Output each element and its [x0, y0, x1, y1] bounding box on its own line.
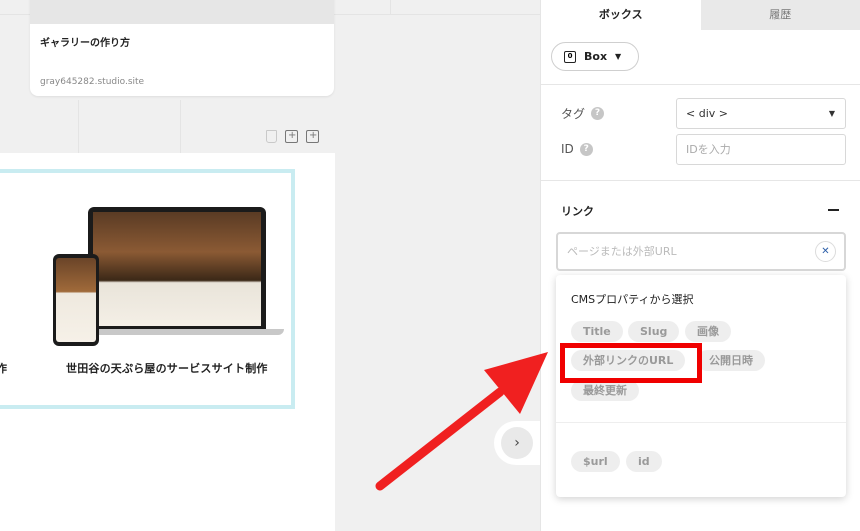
- tab-box[interactable]: ボックス: [541, 0, 701, 30]
- laptop-base: [76, 329, 284, 335]
- grid-line: [390, 0, 391, 14]
- divider: [541, 180, 860, 181]
- id-label: ID ?: [561, 142, 593, 156]
- editor-canvas[interactable]: ギャラリーの作り方 gray645282.studio.site + + 作 世…: [0, 0, 540, 531]
- property-chip-published-at[interactable]: 公開日時: [697, 350, 765, 371]
- gallery-card-title: ギャラリーの作り方: [40, 38, 130, 49]
- tag-select[interactable]: < div > ▼: [676, 98, 846, 129]
- element-type-selector[interactable]: 0 Box ▼: [551, 42, 639, 71]
- caret-down-icon: ▼: [828, 109, 835, 118]
- tab-history[interactable]: 履歴: [700, 0, 860, 30]
- grid-line: [180, 100, 181, 153]
- project-caption: 世田谷の天ぷら屋のサービスサイト制作: [66, 362, 268, 375]
- phone-mockup-image: [53, 254, 99, 346]
- duplicate-icon[interactable]: +: [285, 130, 298, 143]
- property-chip-image[interactable]: 画像: [685, 321, 731, 342]
- grid-line: [78, 100, 79, 153]
- clear-icon[interactable]: ✕: [815, 241, 836, 262]
- divider: [556, 422, 846, 423]
- element-type-label: Box: [584, 50, 608, 63]
- gallery-card-thumbnail: [30, 0, 334, 24]
- chevron-down-icon: ▼: [615, 52, 622, 61]
- id-input[interactable]: IDを入力: [676, 134, 846, 165]
- help-icon[interactable]: ?: [591, 107, 605, 120]
- box-icon: 0: [564, 50, 576, 63]
- link-section-title: リンク: [561, 205, 594, 218]
- collapse-icon[interactable]: [828, 209, 839, 211]
- laptop-mockup-image: [88, 207, 266, 331]
- next-button[interactable]: ›: [494, 421, 540, 465]
- property-chip-title[interactable]: Title: [571, 321, 623, 342]
- gallery-card-url: gray645282.studio.site: [40, 77, 145, 87]
- chevron-right-icon: ›: [501, 427, 533, 459]
- property-chip-updated-at[interactable]: 最終更新: [571, 380, 639, 401]
- help-icon[interactable]: ?: [579, 142, 593, 156]
- property-chip-slug[interactable]: Slug: [628, 321, 680, 342]
- tag-label: タグ ?: [561, 105, 605, 122]
- dropdown-heading: CMSプロパティから選択: [571, 293, 694, 306]
- link-url-input[interactable]: ページまたは外部URL ✕: [556, 232, 846, 271]
- element-toolbar: + +: [266, 130, 319, 143]
- system-chip-id[interactable]: id: [626, 451, 662, 472]
- properties-panel: ボックス 履歴 0 Box ▼ タグ ? < div > ▼ ID ? IDを入…: [540, 0, 860, 531]
- trash-icon[interactable]: [266, 130, 277, 143]
- divider: [541, 84, 860, 85]
- highlight-box: [560, 343, 702, 383]
- gallery-card[interactable]: ギャラリーの作り方 gray645282.studio.site: [30, 0, 334, 96]
- system-chip-url[interactable]: $url: [571, 451, 620, 472]
- prev-project-caption: 作: [0, 362, 7, 375]
- add-icon[interactable]: +: [306, 130, 319, 143]
- panel-tabs: ボックス 履歴: [541, 0, 860, 30]
- cms-property-dropdown: CMSプロパティから選択 Title Slug 画像 外部リンクのURL 公開日…: [556, 275, 846, 497]
